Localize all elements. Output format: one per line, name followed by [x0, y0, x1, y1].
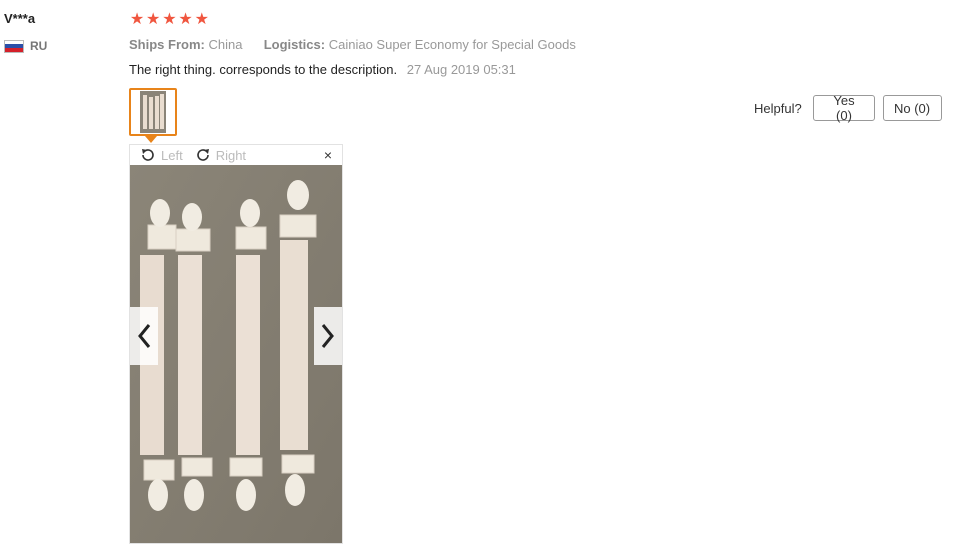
- ships-from-label: Ships From:: [129, 37, 205, 52]
- logistics-value: Cainiao Super Economy for Special Goods: [328, 37, 576, 52]
- review-date: 27 Aug 2019 05:31: [406, 62, 516, 77]
- helpful-no-button[interactable]: No (0): [883, 95, 942, 121]
- helpful-yes-button[interactable]: Yes (0): [813, 93, 875, 123]
- star-rating: ★ ★ ★ ★ ★: [129, 11, 210, 29]
- chevron-left-icon: [138, 324, 151, 348]
- shipping-meta: Ships From: China Logistics: Cainiao Sup…: [129, 37, 576, 52]
- image-viewer: Left Right ×: [129, 144, 343, 544]
- review-text: The right thing. corresponds to the desc…: [129, 62, 398, 77]
- rotate-left-label: Left: [161, 147, 183, 163]
- chevron-right-icon: [321, 324, 334, 348]
- user-name: V***a: [4, 11, 36, 26]
- ships-from-value: China: [208, 37, 243, 52]
- review-line: The right thing. corresponds to the desc…: [129, 62, 516, 77]
- rotate-left-icon: [142, 149, 154, 161]
- user-country: RU: [4, 39, 47, 53]
- country-code: RU: [30, 39, 48, 53]
- star-icon: ★: [129, 11, 145, 28]
- rotate-right-button[interactable]: Right: [195, 147, 246, 163]
- previous-image-button[interactable]: [130, 307, 158, 365]
- thumbnail-image: [140, 91, 166, 133]
- star-icon: ★: [178, 11, 193, 28]
- star-icon: ★: [194, 11, 209, 28]
- star-icon: ★: [146, 11, 161, 28]
- viewer-toolbar: Left Right ×: [130, 145, 342, 165]
- review-photo-thumbnail[interactable]: [129, 88, 177, 136]
- next-image-button[interactable]: [314, 307, 342, 365]
- rotate-right-label: Right: [215, 147, 247, 163]
- thumbnail-selected-arrow: [145, 136, 157, 143]
- star-icon: ★: [162, 11, 177, 28]
- review-photo: [130, 165, 342, 543]
- logistics-label: Logistics:: [263, 37, 326, 52]
- close-icon[interactable]: ×: [324, 147, 332, 163]
- rotate-left-button[interactable]: Left: [140, 147, 183, 163]
- helpful-label: Helpful?: [754, 101, 802, 116]
- russia-flag-icon: [4, 39, 24, 53]
- rotate-right-icon: [196, 149, 209, 161]
